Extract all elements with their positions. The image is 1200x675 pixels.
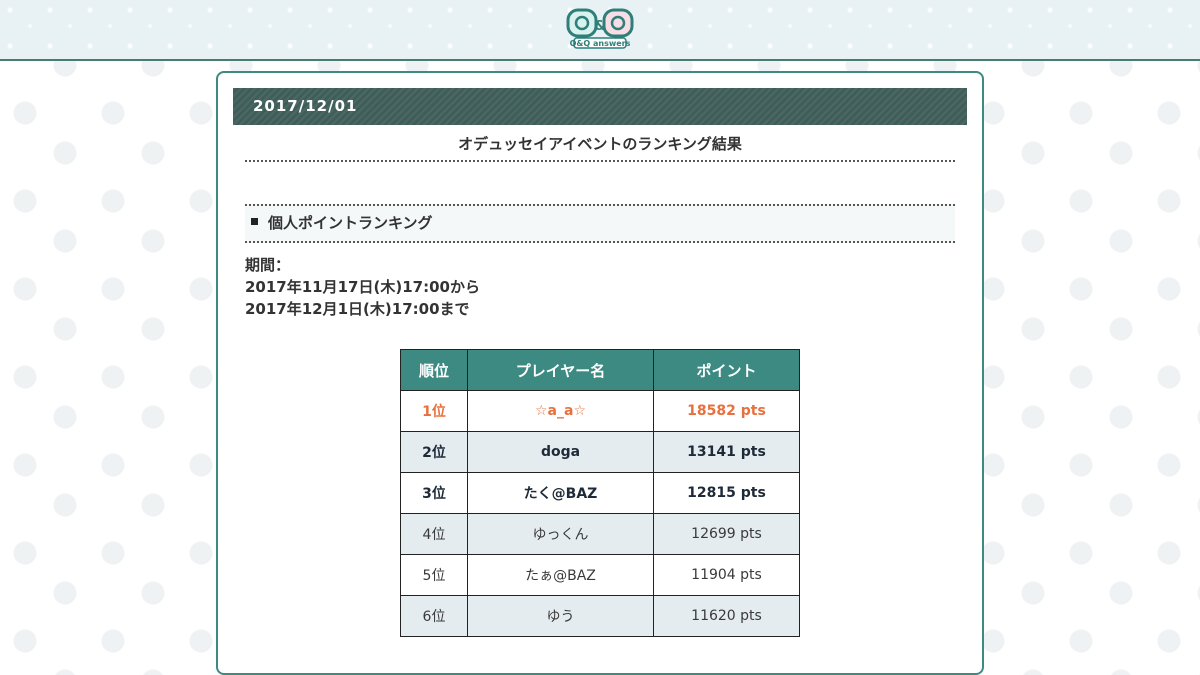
period-start: 2017年11月17日(木)17:00から [245, 278, 480, 296]
period-label: 期間： [245, 256, 291, 274]
header-points: ポイント [653, 349, 800, 391]
rank-cell: 4位 [400, 513, 468, 555]
article-title: オデュッセイアイベントのランキング結果 [245, 131, 955, 162]
points-cell: 12699 pts [653, 513, 800, 555]
player-name-cell: ゆっくん [467, 513, 654, 555]
player-name-cell: たく@BAZ [467, 472, 654, 514]
player-name-cell: たぁ@BAZ [467, 554, 654, 596]
article-date: 2017/12/01 [233, 88, 967, 125]
points-cell: 12815 pts [653, 472, 800, 514]
table-row: 4位 ゆっくん 12699 pts [400, 513, 800, 555]
points-cell: 13141 pts [653, 431, 800, 473]
rank-cell: 6位 [400, 595, 468, 637]
rank-cell: 1位 [400, 390, 468, 432]
section-heading: 個人ポイントランキング [245, 204, 955, 243]
rank-cell: 2位 [400, 431, 468, 473]
svg-text:&: & [594, 19, 605, 34]
period-end: 2017年12月1日(木)17:00まで [245, 300, 470, 318]
points-cell: 18582 pts [653, 390, 800, 432]
table-row: 6位 ゆう 11620 pts [400, 595, 800, 637]
rank-cell: 3位 [400, 472, 468, 514]
points-cell: 11620 pts [653, 595, 800, 637]
article-card: 2017/12/01 オデュッセイアイベントのランキング結果 個人ポイントランキ… [216, 71, 984, 675]
event-period: 期間： 2017年11月17日(木)17:00から 2017年12月1日(木)1… [245, 254, 480, 320]
player-name-cell: ゆう [467, 595, 654, 637]
svg-text:Q&Q answers: Q&Q answers [570, 39, 631, 48]
table-row: 1位 ☆a_a☆ 18582 pts [400, 390, 800, 432]
section-heading-label: 個人ポイントランキング [268, 214, 433, 232]
table-row: 2位 doga 13141 pts [400, 431, 800, 473]
points-cell: 11904 pts [653, 554, 800, 596]
ranking-table: 順位 プレイヤー名 ポイント 1位 ☆a_a☆ 18582 pts 2位 dog… [400, 349, 800, 637]
site-header: & Q&Q answers [0, 0, 1200, 61]
header-player: プレイヤー名 [467, 349, 654, 391]
player-name-cell: doga [467, 431, 654, 473]
player-name-cell: ☆a_a☆ [467, 390, 654, 432]
rank-cell: 5位 [400, 554, 468, 596]
table-row: 3位 たく@BAZ 12815 pts [400, 472, 800, 514]
table-row: 5位 たぁ@BAZ 11904 pts [400, 554, 800, 596]
square-bullet-icon [251, 218, 258, 225]
header-rank: 順位 [400, 349, 468, 391]
table-header-row: 順位 プレイヤー名 ポイント [400, 349, 800, 391]
qq-answers-logo[interactable]: & Q&Q answers [564, 6, 636, 54]
